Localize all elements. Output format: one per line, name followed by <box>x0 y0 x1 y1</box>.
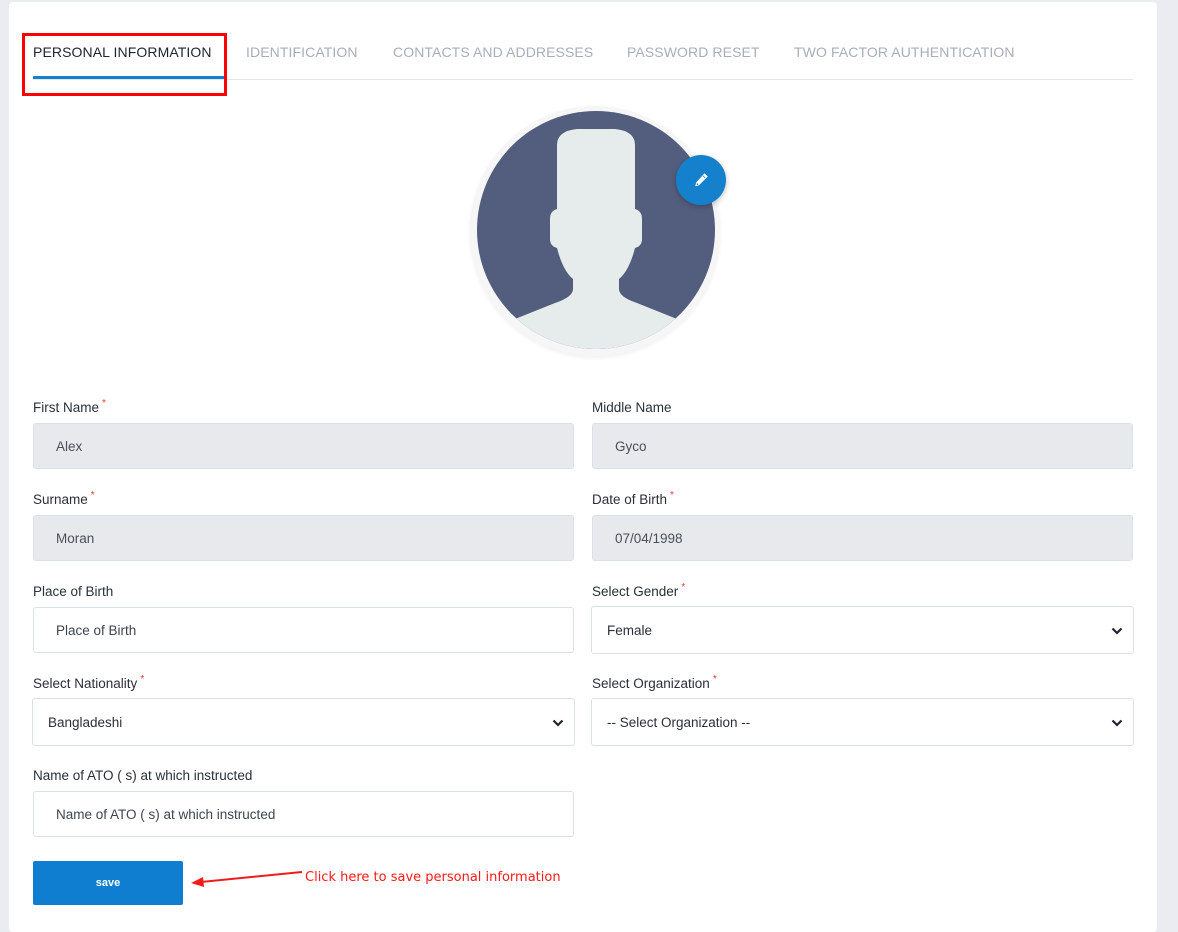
organization-selected-value: -- Select Organization -- <box>607 714 751 730</box>
ato-placeholder: Name of ATO ( s) at which instructed <box>56 806 276 822</box>
tab-password-reset[interactable]: PASSWORD RESET <box>627 44 760 60</box>
place-of-birth-input[interactable]: Place of Birth <box>33 607 574 653</box>
date-of-birth-value: 07/04/1998 <box>615 530 683 546</box>
pencil-icon <box>695 173 708 187</box>
place-of-birth-label-text: Place of Birth <box>33 584 114 599</box>
nationality-selected-value: Bangladeshi <box>48 714 123 730</box>
tab-identification[interactable]: IDENTIFICATION <box>246 44 358 60</box>
chevron-down-icon <box>1111 627 1123 635</box>
required-marker: * <box>140 674 145 685</box>
date-of-birth-label-text: Date of Birth <box>592 492 668 507</box>
tab-two-factor-authentication[interactable]: TWO FACTOR AUTHENTICATION <box>794 44 1015 60</box>
organization-label-text: Select Organization <box>592 676 710 691</box>
avatar-frame <box>470 106 720 356</box>
chevron-down-icon <box>552 719 564 727</box>
gender-label-text: Select Gender <box>592 584 679 599</box>
organization-select[interactable]: -- Select Organization -- <box>591 698 1134 746</box>
place-of-birth-placeholder: Place of Birth <box>56 622 137 638</box>
first-name-value: Alex <box>56 438 83 454</box>
profile-card: PERSONAL INFORMATION IDENTIFICATION CONT… <box>9 2 1157 932</box>
gender-select[interactable]: Female <box>591 606 1134 654</box>
annotation-highlight-box <box>22 33 227 96</box>
annotation-arrow-icon <box>191 871 303 887</box>
date-of-birth-label: Date of Birth * <box>592 490 674 507</box>
required-marker: * <box>670 490 674 501</box>
save-button[interactable]: save <box>33 861 183 905</box>
middle-name-label-text: Middle Name <box>592 400 672 415</box>
gender-selected-value: Female <box>607 622 653 638</box>
avatar <box>477 111 715 349</box>
surname-field[interactable]: Moran <box>33 515 574 561</box>
person-silhouette-icon <box>477 129 715 349</box>
middle-name-label: Middle Name <box>592 400 672 415</box>
gender-label: Select Gender * <box>592 582 686 599</box>
first-name-label: First Name * <box>33 398 106 415</box>
required-marker: * <box>681 582 686 593</box>
nationality-select[interactable]: Bangladeshi <box>32 698 575 746</box>
edit-avatar-button[interactable] <box>676 155 726 205</box>
required-marker: * <box>712 674 717 685</box>
nationality-label-text: Select Nationality <box>33 676 138 691</box>
first-name-field[interactable]: Alex <box>33 423 574 469</box>
nationality-label: Select Nationality * <box>33 674 145 691</box>
required-marker: * <box>90 490 95 501</box>
organization-label: Select Organization * <box>592 674 717 691</box>
middle-name-value: Gyco <box>615 438 647 454</box>
ato-input[interactable]: Name of ATO ( s) at which instructed <box>33 791 574 837</box>
required-marker: * <box>102 398 106 409</box>
first-name-label-text: First Name <box>33 400 100 415</box>
surname-label-text: Surname <box>33 492 88 507</box>
surname-value: Moran <box>56 530 95 546</box>
surname-label: Surname * <box>33 490 95 507</box>
place-of-birth-label: Place of Birth <box>33 584 113 599</box>
date-of-birth-field[interactable]: 07/04/1998 <box>592 515 1133 561</box>
chevron-down-icon <box>1111 719 1123 727</box>
middle-name-field[interactable]: Gyco <box>592 423 1133 469</box>
ato-label: Name of ATO ( s) at which instructed <box>33 768 252 783</box>
annotation-text: Click here to save personal information <box>305 870 561 885</box>
tab-contacts-and-addresses[interactable]: CONTACTS AND ADDRESSES <box>393 44 593 60</box>
ato-label-text: Name of ATO ( s) at which instructed <box>33 768 253 783</box>
